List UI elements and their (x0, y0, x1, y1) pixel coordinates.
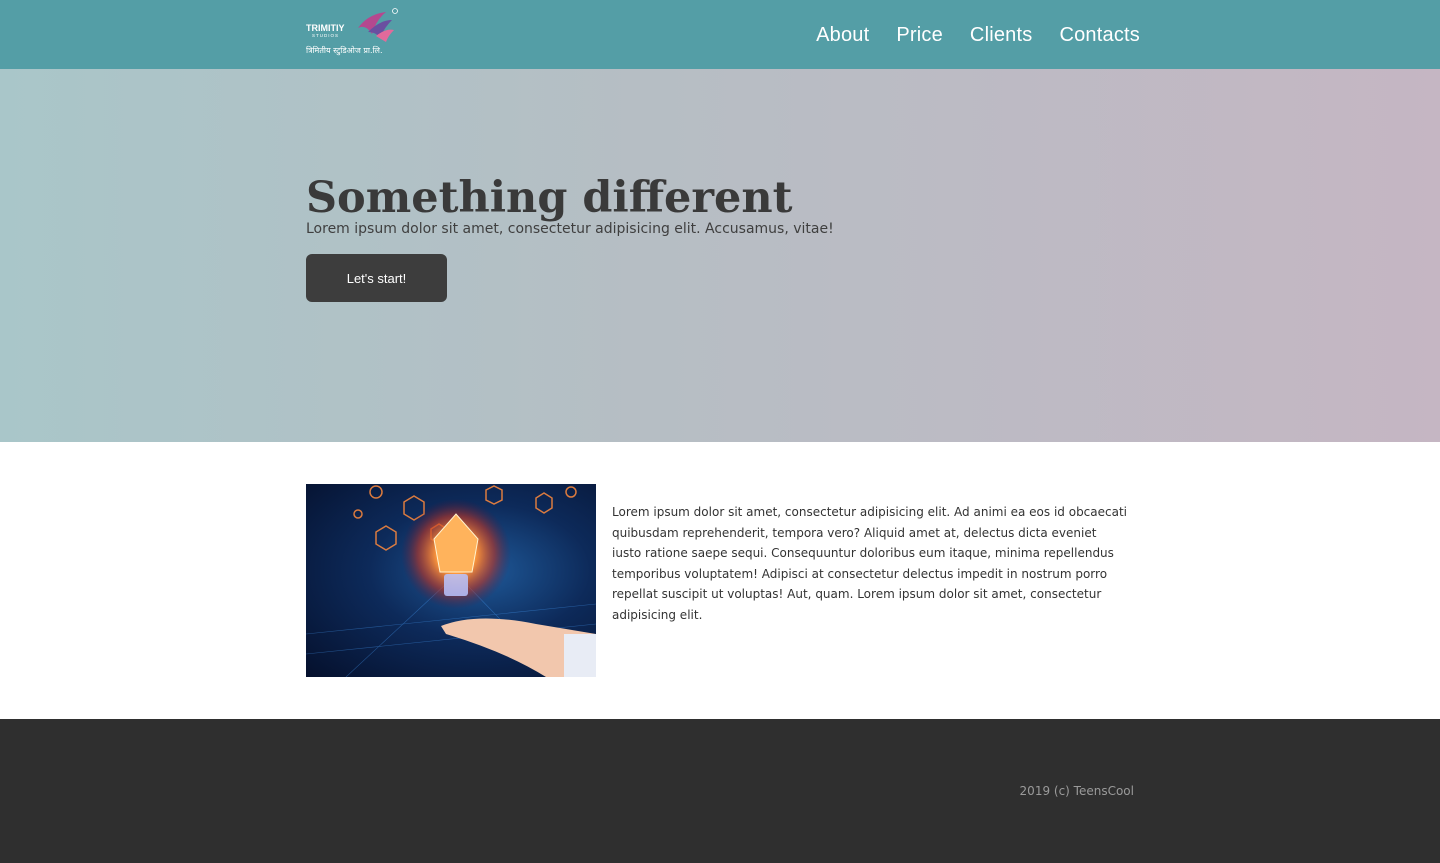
hero-title: Something different (306, 173, 793, 223)
content-paragraph: Lorem ipsum dolor sit amet, consectetur … (612, 505, 1128, 622)
trimitiy-logo-icon: TRIMITIY STUDIOS त्रिमितीय स्टुडिओज प्रा… (306, 8, 398, 56)
hero-subtitle: Lorem ipsum dolor sit amet, consectetur … (306, 221, 834, 237)
logo-tagline: STUDIOS (312, 33, 339, 38)
nav-contacts[interactable]: Contacts (1059, 21, 1140, 49)
footer: 2019 (c) TeensCool (0, 719, 1440, 863)
copyright-text: 2019 (c) TeensCool (1019, 784, 1134, 798)
lets-start-button[interactable]: Let's start! (306, 254, 447, 302)
main-nav: About Price Clients Contacts (816, 21, 1140, 49)
top-navbar: TRIMITIY STUDIOS त्रिमितीय स्टुडिओज प्रा… (0, 0, 1440, 69)
logo-name: TRIMITIY (306, 23, 345, 33)
nav-about[interactable]: About (816, 21, 869, 49)
content-section: Lorem ipsum dolor sit amet, consectetur … (0, 442, 1440, 719)
nav-price[interactable]: Price (896, 21, 943, 49)
lightbulb-image (306, 484, 596, 677)
nav-clients[interactable]: Clients (970, 21, 1033, 49)
logo[interactable]: TRIMITIY STUDIOS त्रिमितीय स्टुडिओज प्रा… (306, 6, 401, 58)
logo-subtitle: त्रिमितीय स्टुडिओज प्रा.लि. (306, 45, 383, 56)
hero-section: Something different Lorem ipsum dolor si… (0, 69, 1440, 442)
